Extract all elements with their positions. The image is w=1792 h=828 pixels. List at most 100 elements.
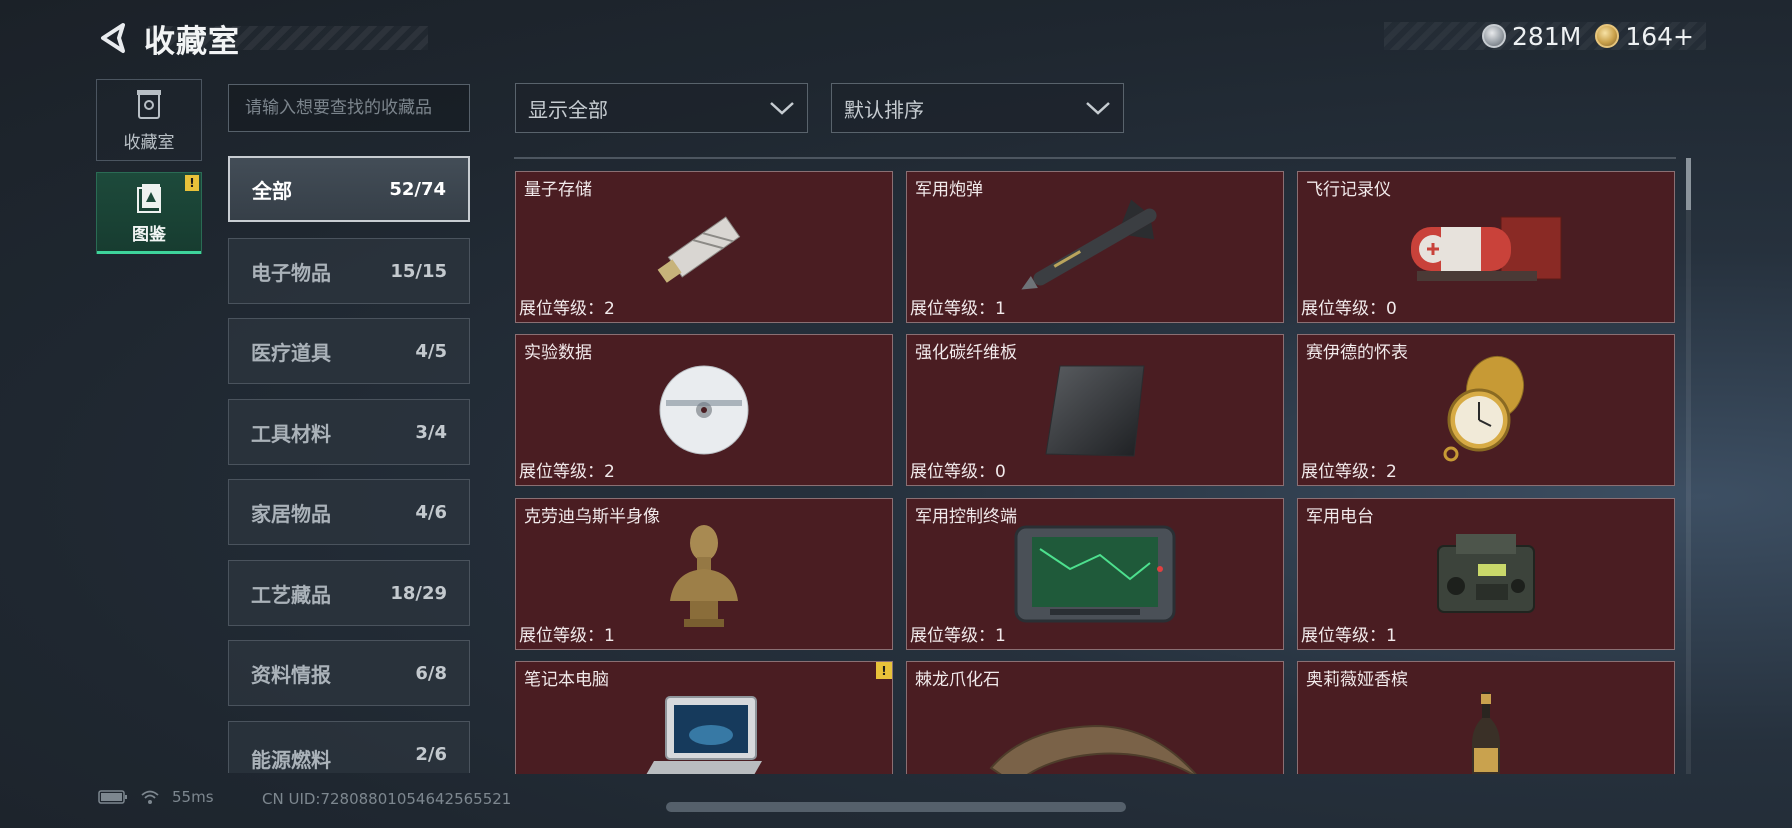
back-arrow-icon	[101, 23, 125, 53]
item-name: 克劳迪乌斯半身像	[524, 507, 660, 527]
currency-silver[interactable]: 281M	[1482, 22, 1581, 51]
item-level: 展位等级：1	[910, 626, 1006, 646]
missile-icon	[1021, 199, 1157, 290]
warning-badge: !	[185, 175, 199, 191]
item-card[interactable]: 军用炮弹 展位等级：1	[906, 171, 1284, 323]
category-name: 工具材料	[251, 421, 331, 446]
battery-icon	[98, 790, 127, 804]
wifi-icon	[141, 790, 159, 804]
data-disc-icon	[659, 365, 749, 455]
item-level: 展位等级：1	[519, 626, 615, 646]
user-uid: CN UID:72808801054642565521	[262, 790, 512, 808]
category-count: 52/74	[389, 178, 446, 200]
status-bar: 55ms	[98, 788, 214, 806]
category-count: 3/4	[415, 421, 447, 443]
item-name: 赛伊德的怀表	[1306, 343, 1408, 363]
item-name: 实验数据	[524, 343, 592, 363]
item-level: 展位等级：1	[910, 299, 1006, 319]
warning-badge: !	[876, 662, 892, 679]
currency-bar: 281M 164+	[1384, 22, 1706, 51]
back-button[interactable]	[96, 20, 132, 56]
item-card[interactable]: 实验数据 展位等级：2	[515, 334, 893, 486]
item-card[interactable]: 笔记本电脑 !	[515, 661, 893, 774]
flight-recorder-icon	[1411, 216, 1562, 281]
bust-statue-icon	[670, 525, 738, 627]
category-name: 工艺藏品	[251, 582, 331, 607]
silver-coin-icon	[1482, 24, 1507, 48]
grid-scrollbar-track[interactable]	[1686, 158, 1691, 774]
item-card[interactable]: 军用控制终端 展位等级：1	[906, 498, 1284, 650]
category-count: 4/5	[415, 340, 447, 362]
side-tab-label: 收藏室	[123, 132, 175, 153]
catalog-book-icon	[137, 183, 161, 213]
category-tools[interactable]: 工具材料 3/4	[228, 399, 470, 465]
category-name: 医疗道具	[251, 340, 331, 365]
side-tab-catalog[interactable]: ! 图鉴	[96, 172, 202, 254]
item-name: 军用控制终端	[915, 507, 1017, 527]
quantum-storage-icon	[657, 216, 741, 283]
category-count: 6/8	[415, 662, 447, 684]
item-card[interactable]: 量子存储 展位等级：2	[515, 171, 893, 323]
dropdown-value: 显示全部	[528, 97, 608, 122]
item-level: 展位等级：2	[519, 299, 615, 319]
item-card[interactable]: 克劳迪乌斯半身像 展位等级：1	[515, 498, 893, 650]
category-all[interactable]: 全部 52/74	[228, 156, 470, 222]
category-fuel[interactable]: 能源燃料 2/6	[228, 721, 470, 773]
category-crafts[interactable]: 工艺藏品 18/29	[228, 560, 470, 626]
collectible-grid: 量子存储 展位等级：2 军用炮弹 展位等级：1 飞行记录仪 展位等级：0 实验数…	[515, 171, 1677, 774]
side-tab-label: 图鉴	[132, 224, 166, 245]
page-header: 收藏室	[96, 16, 240, 60]
item-level: 展位等级：0	[910, 462, 1006, 482]
item-card[interactable]: 奥莉薇娅香槟	[1297, 661, 1675, 774]
home-indicator[interactable]	[666, 802, 1126, 812]
item-card[interactable]: 棘龙爪化石	[906, 661, 1284, 774]
category-name: 资料情报	[251, 662, 331, 687]
category-name: 家居物品	[251, 501, 331, 526]
item-name: 军用电台	[1306, 507, 1374, 527]
grid-divider	[514, 157, 1676, 159]
grid-scrollbar-thumb[interactable]	[1686, 158, 1691, 210]
category-count: 2/6	[415, 744, 447, 765]
ping-value: 55ms	[172, 788, 214, 806]
control-terminal-icon	[1014, 525, 1176, 623]
item-card[interactable]: 强化碳纤维板 展位等级：0	[906, 334, 1284, 486]
side-tab-collection-room[interactable]: 收藏室	[96, 79, 202, 161]
item-name: 奥莉薇娅香槟	[1306, 670, 1408, 690]
category-name: 电子物品	[251, 260, 331, 285]
item-card[interactable]: 军用电台 展位等级：1	[1297, 498, 1675, 650]
item-name: 棘龙爪化石	[915, 670, 1000, 690]
category-medical[interactable]: 医疗道具 4/5	[228, 318, 470, 384]
collection-room-icon	[137, 89, 161, 119]
chevron-down-icon	[1086, 102, 1110, 115]
category-count: 4/6	[415, 501, 447, 523]
chevron-down-icon	[770, 102, 794, 115]
search-input[interactable]	[245, 98, 453, 118]
item-card[interactable]: 飞行记录仪 展位等级：0	[1297, 171, 1675, 323]
category-count: 18/29	[390, 582, 447, 604]
radio-icon	[1437, 534, 1535, 613]
champagne-icon	[1472, 692, 1500, 774]
category-name: 全部	[252, 178, 292, 203]
item-name: 笔记本电脑	[524, 670, 609, 690]
item-card[interactable]: 赛伊德的怀表 展位等级：2	[1297, 334, 1675, 486]
gold-coin-icon	[1595, 24, 1620, 48]
item-level: 展位等级：1	[1301, 626, 1397, 646]
page-title: 收藏室	[144, 23, 240, 60]
item-level: 展位等级：2	[1301, 462, 1397, 482]
item-name: 量子存储	[524, 180, 592, 200]
search-box	[228, 84, 470, 132]
currency-gold[interactable]: 164+	[1595, 22, 1694, 51]
item-level: 展位等级：2	[519, 462, 615, 482]
item-name: 军用炮弹	[915, 180, 983, 200]
gold-amount: 164+	[1625, 21, 1694, 51]
item-level: 展位等级：0	[1301, 299, 1397, 319]
carbon-plate-icon	[1045, 365, 1145, 457]
item-name: 飞行记录仪	[1306, 180, 1391, 200]
sort-dropdown[interactable]: 默认排序	[831, 83, 1124, 133]
category-intel[interactable]: 资料情报 6/8	[228, 640, 470, 706]
display-filter-dropdown[interactable]: 显示全部	[515, 83, 808, 133]
silver-amount: 281M	[1512, 21, 1582, 51]
category-name: 能源燃料	[251, 748, 331, 772]
category-electronics[interactable]: 电子物品 15/15	[228, 238, 470, 304]
category-household[interactable]: 家居物品 4/6	[228, 479, 470, 545]
